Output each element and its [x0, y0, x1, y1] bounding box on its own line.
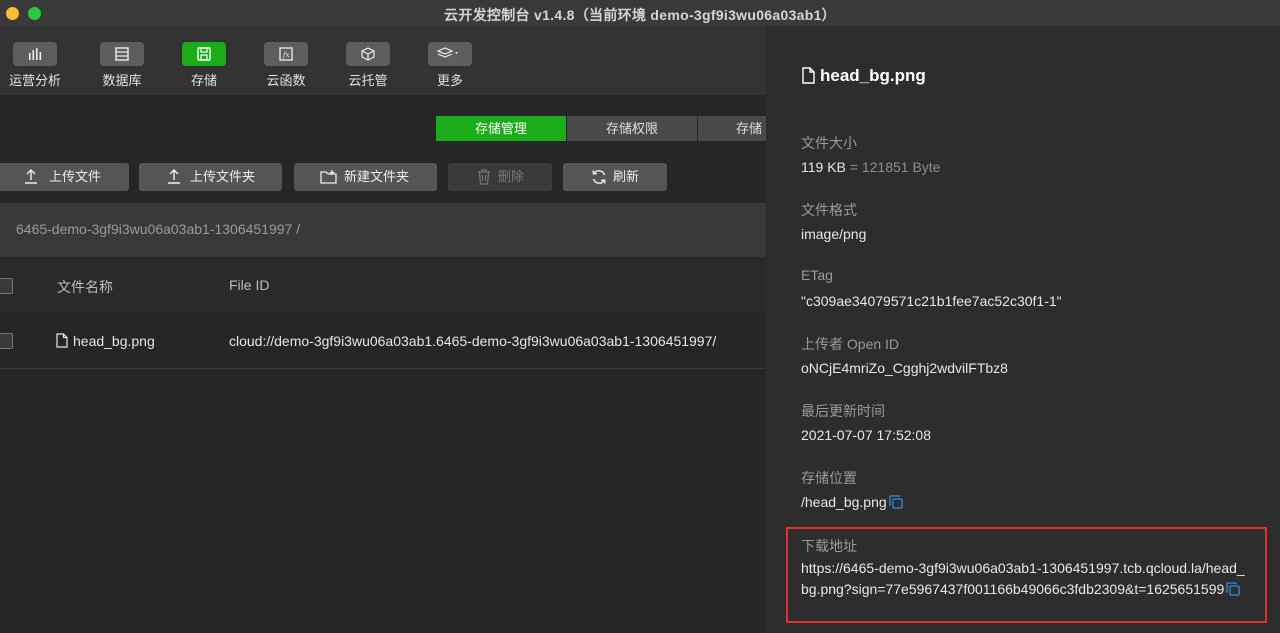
main-toolbar: 运营分析 数据库 存储 fx 云函数 云托管 更多: [0, 26, 766, 95]
etag-value: "c309ae34079571c21b1fee7ac52c30f1-1": [801, 293, 1062, 309]
format-value: image/png: [801, 226, 867, 242]
toolbar-label: 数据库: [102, 73, 142, 88]
toolbar-label: 更多: [436, 73, 463, 88]
svg-text:fx: fx: [282, 51, 290, 59]
storage-tabs: 存储管理 存储权限 存储: [436, 116, 766, 141]
new-folder-label: 新建文件夹: [344, 169, 410, 184]
size-kb: 119 KB: [801, 159, 846, 175]
storage-icon: [182, 42, 226, 66]
toolbar-label: 存储: [190, 73, 217, 88]
location-value: /head_bg.png: [801, 494, 903, 510]
storage-main: 存储管理 存储权限 存储 上传文件 上传文件夹 新建文件夹 删除 刷新 6465…: [0, 95, 766, 633]
toolbar-label: 云函数: [266, 73, 306, 88]
file-id: cloud://demo-3gf9i3wu06a03ab1.6465-demo-…: [229, 333, 717, 349]
tab-storage-management[interactable]: 存储管理: [436, 116, 566, 141]
download-url-highlight: [786, 527, 1267, 623]
upload-icon: [25, 169, 37, 184]
upload-folder-label: 上传文件夹: [190, 169, 256, 184]
size-label: 文件大小: [801, 135, 857, 151]
size-value: 119 KB = 121851 Byte: [801, 159, 940, 175]
layers-icon: [428, 42, 472, 66]
updated-value: 2021-07-07 17:52:08: [801, 427, 931, 443]
refresh-icon: [592, 170, 606, 184]
delete-button[interactable]: 删除: [448, 163, 552, 191]
table-header: 文件名称 File ID: [0, 257, 766, 314]
table-row[interactable]: head_bg.png cloud://demo-3gf9i3wu06a03ab…: [0, 313, 766, 369]
copy-icon[interactable]: [888, 495, 903, 509]
location-path: /head_bg.png: [801, 494, 887, 510]
toolbar-item-storage[interactable]: 存储: [169, 42, 239, 89]
file-icon: [56, 333, 68, 348]
toolbar-item-functions[interactable]: fx 云函数: [251, 42, 321, 89]
toolbar-label: 云托管: [348, 73, 388, 88]
upload-file-button[interactable]: 上传文件: [0, 163, 129, 191]
file-icon: [802, 67, 815, 84]
uploader-value: oNCjE4mriZo_Cgghj2wdvilFTbz8: [801, 360, 1008, 376]
tab-storage-more[interactable]: 存储: [698, 116, 766, 141]
breadcrumb-path[interactable]: 6465-demo-3gf9i3wu06a03ab1-1306451997 /: [16, 221, 300, 237]
format-label: 文件格式: [801, 202, 857, 218]
select-all-checkbox[interactable]: [0, 278, 13, 294]
location-label: 存储位置: [801, 470, 857, 486]
upload-file-label: 上传文件: [49, 169, 102, 184]
row-checkbox[interactable]: [0, 333, 13, 349]
size-bytes: = 121851 Byte: [849, 159, 941, 175]
new-folder-button[interactable]: 新建文件夹: [294, 163, 437, 191]
etag-label: ETag: [801, 267, 833, 283]
toolbar-item-analytics[interactable]: 运营分析: [0, 42, 70, 89]
delete-label: 删除: [498, 169, 525, 184]
title-bar: 云开发控制台 v1.4.8（当前环境 demo-3gf9i3wu06a03ab1…: [0, 0, 1280, 26]
database-icon: [100, 42, 144, 66]
toolbar-item-database[interactable]: 数据库: [87, 42, 157, 89]
trash-icon: [478, 169, 490, 185]
upload-icon: [168, 169, 180, 184]
window-title: 云开发控制台 v1.4.8（当前环境 demo-3gf9i3wu06a03ab1…: [444, 7, 836, 23]
refresh-button[interactable]: 刷新: [563, 163, 667, 191]
details-title: head_bg.png: [820, 66, 926, 85]
cube-icon: [346, 42, 390, 66]
new-folder-icon: [320, 170, 337, 184]
column-header-name[interactable]: 文件名称: [57, 277, 113, 297]
tab-storage-permissions[interactable]: 存储权限: [567, 116, 697, 141]
column-header-file-id[interactable]: File ID: [229, 277, 269, 293]
uploader-label: 上传者 Open ID: [801, 336, 900, 352]
updated-label: 最后更新时间: [801, 403, 885, 419]
toolbar-label: 运营分析: [8, 73, 61, 88]
refresh-label: 刷新: [613, 169, 640, 184]
toolbar-item-cloudrun[interactable]: 云托管: [333, 42, 403, 89]
toolbar-item-more[interactable]: 更多: [415, 42, 485, 89]
function-icon: fx: [264, 42, 308, 66]
file-name[interactable]: head_bg.png: [73, 333, 155, 349]
upload-folder-button[interactable]: 上传文件夹: [139, 163, 282, 191]
breadcrumb: 6465-demo-3gf9i3wu06a03ab1-1306451997 /: [0, 203, 766, 257]
bar-chart-icon: [13, 42, 57, 66]
